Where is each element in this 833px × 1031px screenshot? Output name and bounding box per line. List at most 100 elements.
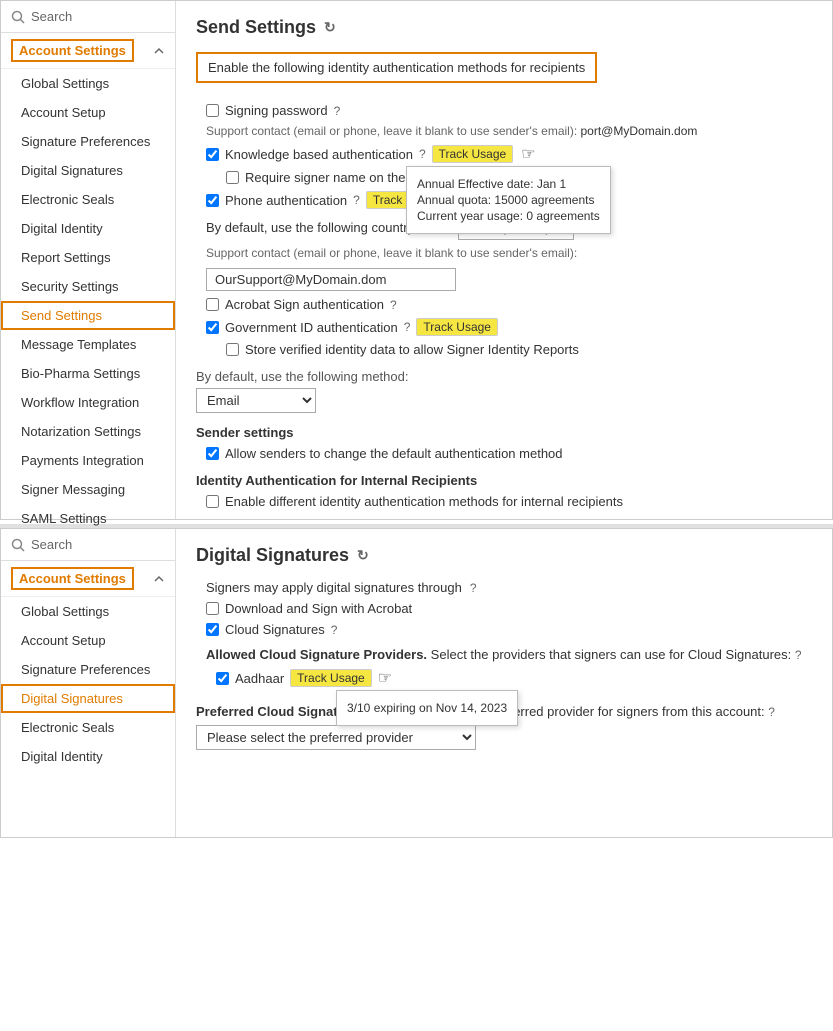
- refresh-icon[interactable]: ↻: [324, 19, 336, 36]
- search-icon-2: [11, 538, 25, 552]
- page-title-send-settings: Send Settings ↻: [196, 17, 812, 38]
- account-settings-section-2: Account Settings: [1, 561, 175, 597]
- phone-auth-checkbox[interactable]: [206, 194, 219, 207]
- sidebar-item-report-settings[interactable]: Report Settings: [1, 243, 175, 272]
- send-settings-main: Send Settings ↻ Enable the following ide…: [176, 1, 832, 519]
- sidebar-item-digital-identity-2[interactable]: Digital Identity: [1, 742, 175, 771]
- phone-auth-help-icon[interactable]: ?: [353, 193, 360, 207]
- kba-row: Knowledge based authentication ? Track U…: [206, 144, 812, 164]
- default-method-select[interactable]: Email: [196, 388, 316, 413]
- allowed-cloud-header: Allowed Cloud Signature Providers. Selec…: [206, 647, 812, 662]
- sidebar-item-bio-pharma[interactable]: Bio-Pharma Settings: [1, 359, 175, 388]
- allowed-cloud-help-icon[interactable]: ?: [795, 648, 802, 662]
- aadhaar-row: Aadhaar Track Usage ☞ 3/10 expiring on N…: [216, 668, 812, 688]
- sidebar-item-send-settings[interactable]: Send Settings: [1, 301, 175, 330]
- sidebar-item-digital-identity[interactable]: Digital Identity: [1, 214, 175, 243]
- sidebar-item-digital-signatures-2[interactable]: Digital Signatures: [1, 684, 175, 713]
- allow-senders-label: Allow senders to change the default auth…: [225, 446, 563, 461]
- send-settings-sidebar: Search Account Settings Global Settings …: [1, 1, 176, 519]
- sidebar-item-message-templates[interactable]: Message Templates: [1, 330, 175, 359]
- store-verified-checkbox[interactable]: [226, 343, 239, 356]
- tooltip-annual-effective: Annual Effective date: Jan 1: [417, 177, 600, 191]
- kba-label: Knowledge based authentication: [225, 147, 413, 162]
- sidebar-item-account-setup-2[interactable]: Account Setup: [1, 626, 175, 655]
- page-title-digital-signatures: Digital Signatures ↻: [196, 545, 812, 566]
- chevron-up-icon-2: [153, 573, 165, 585]
- search-bar-top[interactable]: Search: [1, 1, 175, 33]
- digital-signatures-sidebar: Search Account Settings Global Settings …: [1, 529, 176, 837]
- signing-password-help-icon[interactable]: ?: [334, 104, 341, 118]
- identity-internal-label: Identity Authentication for Internal Rec…: [196, 473, 812, 488]
- default-method-section: By default, use the following method: Em…: [196, 369, 812, 413]
- preferred-provider-select[interactable]: Please select the preferred provider: [196, 725, 476, 750]
- digital-signatures-panel: Search Account Settings Global Settings …: [0, 528, 833, 838]
- sidebar-item-notarization-settings[interactable]: Notarization Settings: [1, 417, 175, 446]
- sidebar-item-payments-integration[interactable]: Payments Integration: [1, 446, 175, 475]
- refresh-icon-2[interactable]: ↻: [357, 547, 369, 564]
- search-label: Search: [31, 9, 72, 24]
- tooltip-annual-quota: Annual quota: 15000 agreements: [417, 193, 600, 207]
- cloud-signatures-label: Cloud Signatures: [225, 622, 325, 637]
- sender-settings-section: Sender settings Allow senders to change …: [196, 425, 812, 461]
- digital-signatures-main: Digital Signatures ↻ Signers may apply d…: [176, 529, 832, 837]
- account-settings-label-2: Account Settings: [11, 567, 134, 590]
- sidebar-item-signature-preferences-2[interactable]: Signature Preferences: [1, 655, 175, 684]
- sidebar-item-electronic-seals[interactable]: Electronic Seals: [1, 185, 175, 214]
- sidebar-item-global-settings[interactable]: Global Settings: [1, 69, 175, 98]
- allow-senders-checkbox[interactable]: [206, 447, 219, 460]
- kba-track-usage-button[interactable]: Track Usage: [432, 145, 514, 163]
- sidebar-item-workflow-integration[interactable]: Workflow Integration: [1, 388, 175, 417]
- enable-diff-row: Enable different identity authentication…: [206, 494, 812, 509]
- section1-header: Enable the following identity authentica…: [196, 52, 597, 83]
- signers-apply-label: Signers may apply digital signatures thr…: [206, 580, 462, 595]
- preferred-cloud-help-icon[interactable]: ?: [768, 705, 775, 719]
- search-label-2: Search: [31, 537, 72, 552]
- default-method-label: By default, use the following method:: [196, 369, 812, 384]
- support-email-input[interactable]: [206, 268, 456, 291]
- cloud-sig-help-icon[interactable]: ?: [331, 623, 338, 637]
- download-sign-checkbox[interactable]: [206, 602, 219, 615]
- download-sign-row: Download and Sign with Acrobat: [206, 601, 812, 616]
- sidebar-item-account-setup[interactable]: Account Setup: [1, 98, 175, 127]
- sidebar-item-signer-messaging[interactable]: Signer Messaging: [1, 475, 175, 504]
- store-verified-label: Store verified identity data to allow Si…: [245, 342, 579, 357]
- cursor-hand-icon: ☞: [521, 144, 535, 164]
- chevron-up-icon: [153, 45, 165, 57]
- search-bar-bottom[interactable]: Search: [1, 529, 175, 561]
- aadhaar-label: Aadhaar: [235, 671, 284, 686]
- signers-help-icon[interactable]: ?: [470, 581, 477, 595]
- allowed-cloud-label: Allowed Cloud Signature Providers.: [206, 647, 427, 662]
- kba-tooltip: Annual Effective date: Jan 1 Annual quot…: [406, 166, 611, 234]
- sidebar-item-digital-signatures[interactable]: Digital Signatures: [1, 156, 175, 185]
- cursor-hand-icon-2: ☞: [378, 668, 392, 688]
- acrobat-sign-checkbox[interactable]: [206, 298, 219, 311]
- send-settings-panel: Search Account Settings Global Settings …: [0, 0, 833, 520]
- acrobat-sign-row: Acrobat Sign authentication ?: [206, 297, 812, 312]
- signing-password-checkbox[interactable]: [206, 104, 219, 117]
- sidebar-item-electronic-seals-2[interactable]: Electronic Seals: [1, 713, 175, 742]
- sender-settings-label: Sender settings: [196, 425, 812, 440]
- signers-apply-row: Signers may apply digital signatures thr…: [206, 580, 812, 595]
- allow-senders-row: Allow senders to change the default auth…: [206, 446, 812, 461]
- gov-id-row: Government ID authentication ? Track Usa…: [206, 318, 812, 336]
- sidebar-item-global-settings-2[interactable]: Global Settings: [1, 597, 175, 626]
- signing-password-row: Signing password ?: [206, 103, 812, 118]
- sidebar-item-security-settings[interactable]: Security Settings: [1, 272, 175, 301]
- phone-auth-label: Phone authentication: [225, 193, 347, 208]
- aadhaar-tooltip: 3/10 expiring on Nov 14, 2023: [336, 690, 518, 726]
- support-contact-label: Support contact (email or phone, leave i…: [206, 246, 577, 260]
- enable-diff-label: Enable different identity authentication…: [225, 494, 623, 509]
- gov-id-checkbox[interactable]: [206, 321, 219, 334]
- acrobat-sign-help-icon[interactable]: ?: [390, 298, 397, 312]
- require-signer-checkbox[interactable]: [226, 171, 239, 184]
- kba-checkbox[interactable]: [206, 148, 219, 161]
- kba-help-icon[interactable]: ?: [419, 147, 426, 161]
- sidebar-item-signature-preferences[interactable]: Signature Preferences: [1, 127, 175, 156]
- aadhaar-track-usage-button[interactable]: Track Usage: [290, 669, 372, 687]
- aadhaar-checkbox[interactable]: [216, 672, 229, 685]
- gov-id-track-usage-button[interactable]: Track Usage: [416, 318, 498, 336]
- search-icon: [11, 10, 25, 24]
- gov-id-help-icon[interactable]: ?: [404, 320, 411, 334]
- cloud-signatures-checkbox[interactable]: [206, 623, 219, 636]
- enable-diff-checkbox[interactable]: [206, 495, 219, 508]
